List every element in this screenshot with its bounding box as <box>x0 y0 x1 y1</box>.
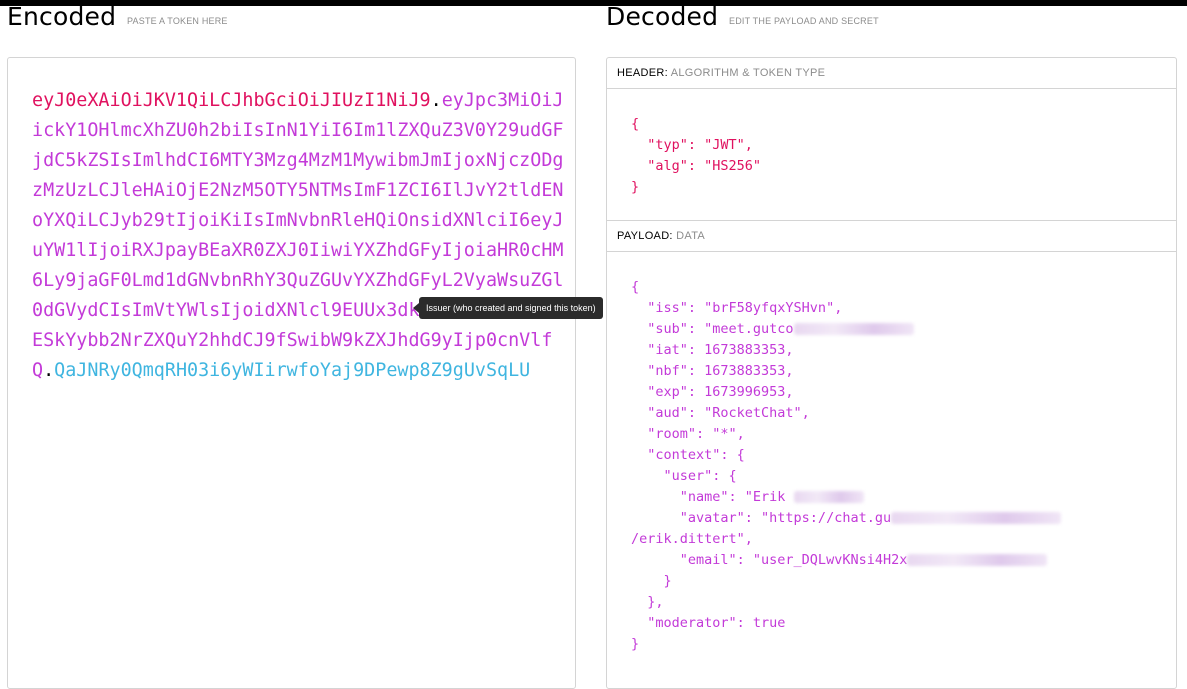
json-line-user-close: } <box>631 573 672 589</box>
json-line-sub-text: "sub": "meet.gutco <box>631 321 794 337</box>
json-line-room: "room": "*", <box>631 426 745 442</box>
encoded-subtitle: PASTE A TOKEN HERE <box>127 16 228 26</box>
json-line-user: "user": { <box>631 468 737 484</box>
token-signature-part: QaJNRy0QmqRH03i6yWIirwfoYaj9DPewp8Z9gUvS… <box>54 360 531 381</box>
json-line-context: "context": { <box>631 447 745 463</box>
json-line-iss: "iss": "brF58yfqxYSHvn", <box>631 300 843 316</box>
issuer-tooltip: Issuer (who created and signed this toke… <box>413 297 603 319</box>
json-line: { <box>631 279 640 295</box>
json-line-context-close: }, <box>631 594 664 610</box>
json-line: "alg": "HS256" <box>631 158 762 174</box>
token-payload-part: eyJpc3MiOiJickY1OHlmcXhZU0h2biIsInN1YiI6… <box>32 90 564 381</box>
json-line-moderator: "moderator": true <box>631 615 786 631</box>
encoded-token-text[interactable]: eyJ0eXAiOiJKV1QiLCJhbGciOiJIUzI1NiJ9.eyJ… <box>32 86 572 386</box>
json-line: { <box>631 116 640 132</box>
json-line-avatar-text: "avatar": "https://chat.gu <box>631 510 892 526</box>
header-section-sublabel: ALGORITHM & TOKEN TYPE <box>670 67 826 79</box>
payload-json-editor[interactable]: { "iss": "brF58yfqxYSHvn", "sub": "meet.… <box>631 277 1062 655</box>
redacted-blur <box>793 491 864 503</box>
json-line: "typ": "JWT", <box>631 137 753 153</box>
json-line-name-text: "name": "Erik <box>631 489 794 505</box>
payload-section-sublabel: DATA <box>676 230 706 242</box>
json-line-nbf: "nbf": 1673883353, <box>631 363 794 379</box>
token-separator: . <box>43 360 55 381</box>
payload-section-label: PAYLOAD: <box>617 230 673 242</box>
token-separator: . <box>430 90 442 111</box>
json-line: } <box>631 636 640 652</box>
token-header-part: eyJ0eXAiOiJKV1QiLCJhbGciOiJIUzI1NiJ9 <box>32 90 431 111</box>
decoded-title: Decoded <box>606 2 719 31</box>
redacted-blur <box>891 512 1062 524</box>
top-bar <box>0 0 1187 6</box>
json-line-aud: "aud": "RocketChat", <box>631 405 810 421</box>
json-line-avatar: "avatar": "https://chat.gu <box>631 508 1062 529</box>
decoded-subtitle: EDIT THE PAYLOAD AND SECRET <box>729 16 879 26</box>
payload-section-heading: PAYLOAD: DATA <box>607 221 1176 252</box>
json-line-sub: "sub": "meet.gutco <box>631 319 1061 340</box>
json-line-exp: "exp": 1673996953, <box>631 384 794 400</box>
json-line: } <box>631 179 640 195</box>
json-line-name: "name": "Erik <box>631 487 1061 508</box>
json-line-email: "email": "user_DQLwvKNsi4H2x <box>631 550 1061 571</box>
decoded-panel: HEADER: ALGORITHM & TOKEN TYPE { "typ": … <box>606 57 1177 689</box>
header-json-editor[interactable]: { "typ": "JWT", "alg": "HS256"} <box>631 114 761 198</box>
encoded-token-editor[interactable]: eyJ0eXAiOiJKV1QiLCJhbGciOiJIUzI1NiJ9.eyJ… <box>7 57 576 689</box>
redacted-blur <box>793 323 914 335</box>
redacted-blur <box>907 554 1048 566</box>
json-line-iat: "iat": 1673883353, <box>631 342 794 358</box>
header-section-label: HEADER: <box>617 67 668 79</box>
encoded-title: Encoded <box>7 2 117 31</box>
json-line-avatar-cont: /erik.dittert", <box>631 531 753 547</box>
header-section-heading: HEADER: ALGORITHM & TOKEN TYPE <box>607 58 1176 89</box>
json-line-email-text: "email": "user_DQLwvKNsi4H2x <box>631 552 908 568</box>
